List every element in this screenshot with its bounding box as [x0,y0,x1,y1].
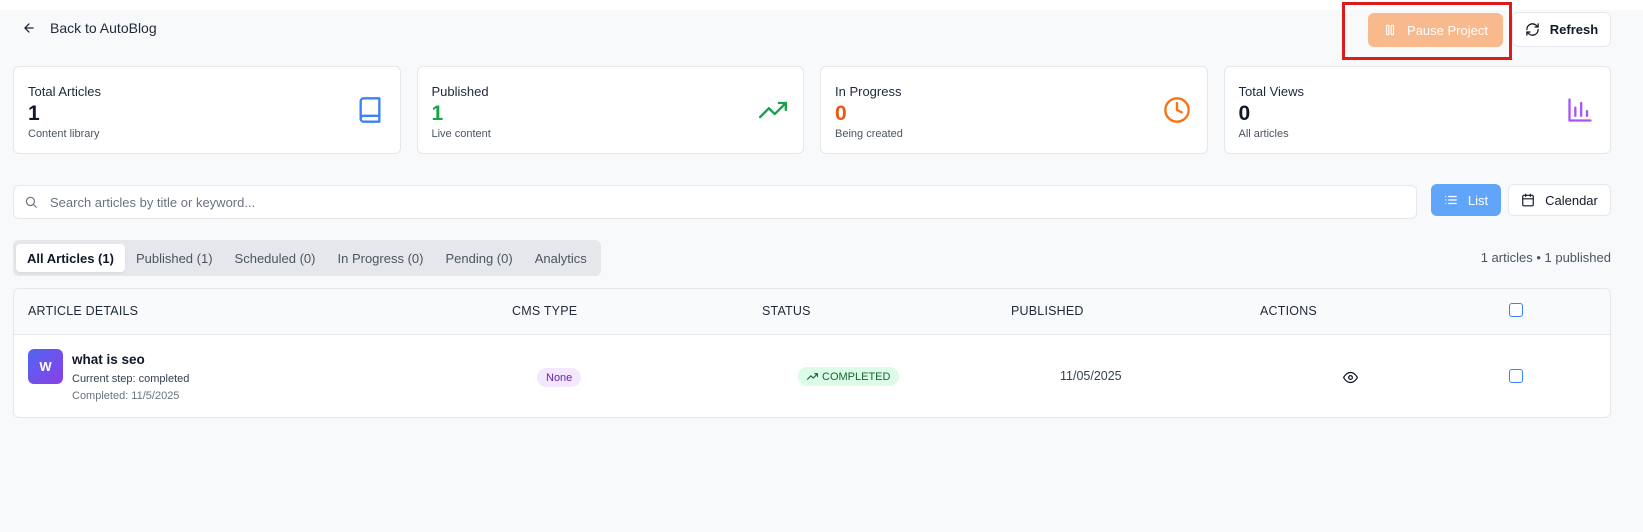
list-view-label: List [1467,192,1489,208]
stat-value: 1 [431,102,444,125]
stat-card-published: Published 1 Live content [416,66,804,154]
articles-table: ARTICLE DETAILS CMS TYPE STATUS PUBLISHE… [13,288,1611,418]
calendar-icon [1522,193,1534,207]
status-badge: COMPLETED [798,367,900,386]
article-completed-date: Completed: 11/5/2025 [72,390,180,402]
tab-all-articles[interactable]: All Articles (1) [16,244,125,272]
stat-value: 1 [28,102,40,125]
stat-title: Published [431,84,489,99]
bar-chart-icon [1568,98,1592,122]
calendar-view-label: Calendar [1545,192,1598,208]
column-header-actions: ACTIONS [1260,304,1317,318]
list-icon [1445,195,1457,205]
stat-value: 0 [1238,102,1251,125]
back-label: Back to AutoBlog [50,20,157,36]
cms-type-badge: None [537,368,582,387]
stat-card-total-articles: Total Articles 1 Content library [13,66,401,154]
tab-analytics[interactable]: Analytics [524,244,598,272]
stat-value: 0 [835,102,847,125]
trending-up-icon [807,373,818,380]
stats-cards: Total Articles 1 Content library Publish… [13,66,1611,154]
row-select-checkbox[interactable] [1509,369,1523,383]
stat-card-total-views: Total Views 0 All articles [1223,66,1611,154]
article-title[interactable]: what is seo [72,352,145,367]
top-bar: Back to AutoBlog Pause Project Refresh [0,2,1643,60]
article-tabs: All Articles (1) Published (1) Scheduled… [13,240,601,276]
search-icon [25,196,37,208]
stat-card-in-progress: In Progress 0 Being created [820,66,1208,154]
book-icon [359,97,380,123]
search-input[interactable] [50,194,1390,210]
back-link[interactable]: Back to AutoBlog [22,20,157,36]
stat-subtitle: All articles [1238,128,1289,140]
articles-summary: 1 articles • 1 published [1480,250,1611,265]
column-header-published: PUBLISHED [1011,304,1084,318]
refresh-button[interactable]: Refresh [1512,12,1611,47]
stat-subtitle: Live content [431,128,491,140]
tab-in-progress[interactable]: In Progress (0) [327,244,435,272]
refresh-label: Refresh [1549,22,1599,37]
tab-pending[interactable]: Pending (0) [434,244,523,272]
stat-title: In Progress [835,84,902,99]
list-view-button[interactable]: List [1431,184,1501,216]
tab-published[interactable]: Published (1) [125,244,224,272]
stat-title: Total Articles [28,84,101,99]
column-header-status: STATUS [762,304,811,318]
stat-subtitle: Being created [835,128,903,140]
pause-project-label: Pause Project [1407,22,1488,38]
eye-icon[interactable] [1343,370,1358,385]
table-header: ARTICLE DETAILS CMS TYPE STATUS PUBLISHE… [14,289,1610,335]
tab-scheduled[interactable]: Scheduled (0) [224,244,327,272]
article-current-step: Current step: completed [72,373,190,385]
stat-subtitle: Content library [28,128,100,140]
calendar-view-button[interactable]: Calendar [1508,184,1611,216]
pause-icon [1385,24,1395,36]
refresh-icon [1526,23,1539,36]
pause-project-button[interactable]: Pause Project [1368,13,1503,47]
stat-title: Total Views [1238,84,1305,99]
status-label: COMPLETED [822,370,891,383]
select-all-checkbox[interactable] [1509,303,1523,317]
page: Back to AutoBlog Pause Project Refresh T… [0,2,1643,532]
search-bar [13,185,1417,219]
clock-icon [1163,97,1190,123]
arrow-left-icon [24,23,34,33]
published-date: 11/05/2025 [1060,369,1122,383]
column-header-cms-type: CMS TYPE [512,304,578,318]
avatar: W [28,349,63,384]
column-header-article-details: ARTICLE DETAILS [28,304,139,318]
trending-up-icon [759,101,787,119]
